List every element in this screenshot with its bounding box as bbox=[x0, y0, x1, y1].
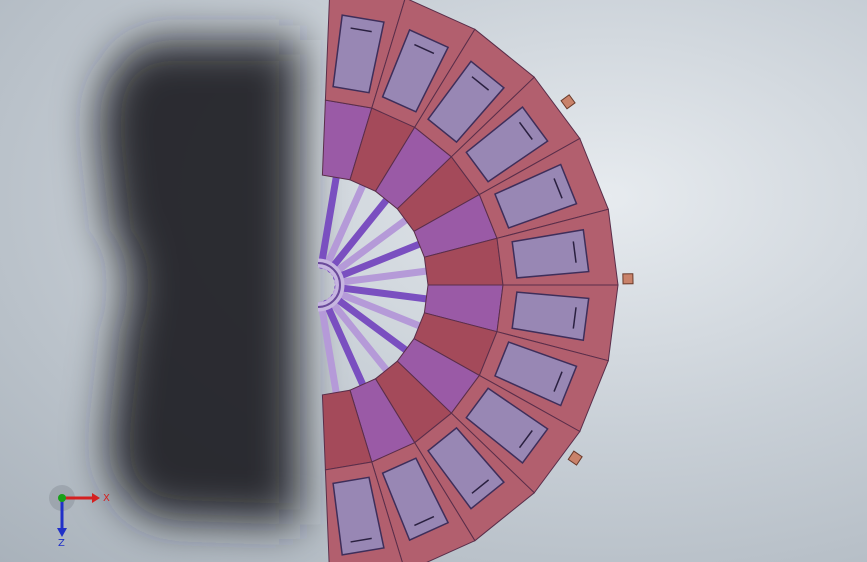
hub bbox=[317, 258, 345, 312]
mounting-bracket bbox=[622, 273, 634, 285]
hub-ring bbox=[317, 258, 345, 312]
coordinate-triad: X Z bbox=[49, 485, 110, 549]
x-axis-head bbox=[92, 493, 100, 503]
mounting-bracket bbox=[567, 450, 583, 466]
model-shadow bbox=[99, 40, 300, 525]
z-axis-head bbox=[57, 528, 67, 537]
shadow-shape bbox=[99, 40, 300, 525]
y-axis-point bbox=[58, 494, 66, 502]
graphics-viewport[interactable]: X Z bbox=[0, 0, 867, 562]
x-axis-label: X bbox=[103, 493, 110, 504]
mounting-bracket bbox=[560, 94, 576, 110]
z-axis-label: Z bbox=[58, 538, 65, 549]
model-view[interactable] bbox=[0, 0, 867, 562]
